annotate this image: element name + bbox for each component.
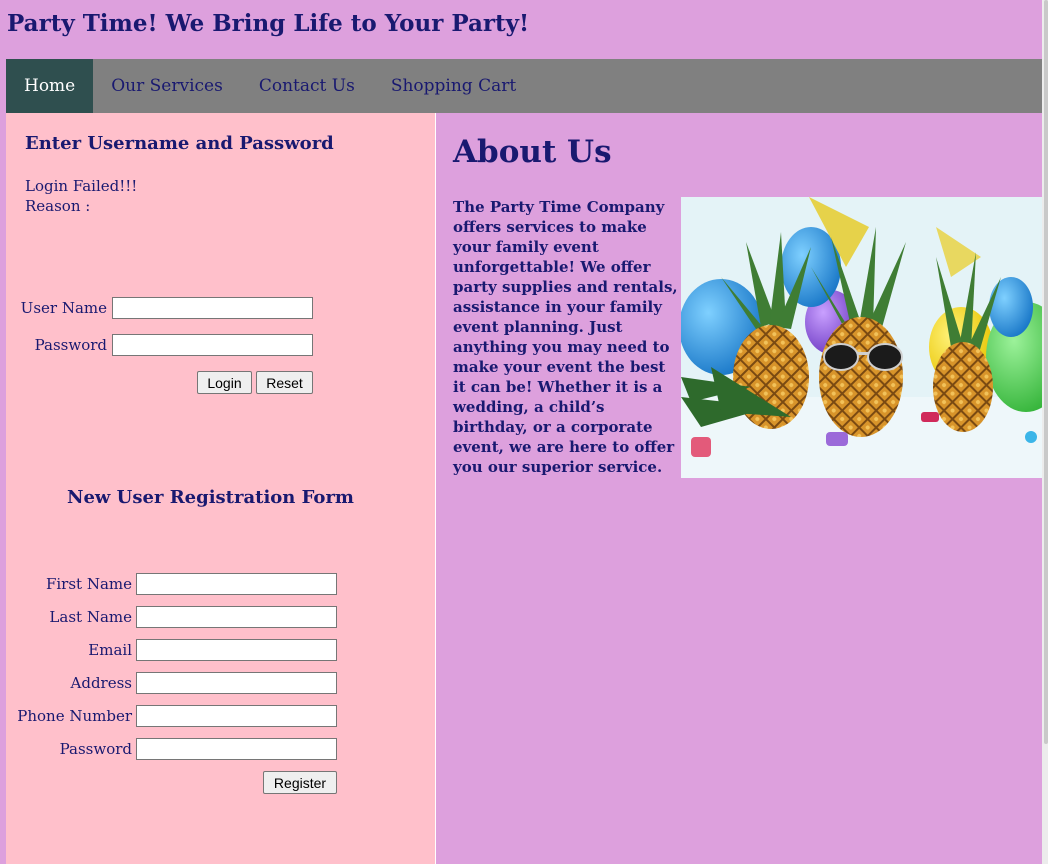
address-label: Address [70, 674, 132, 692]
first-name-input[interactable] [136, 573, 337, 595]
scrollbar[interactable] [1042, 0, 1048, 864]
reset-button[interactable]: Reset [256, 371, 313, 394]
email-input[interactable] [136, 639, 337, 661]
phone-number-label: Phone Number [17, 707, 132, 725]
registration-heading: New User Registration Form [67, 487, 354, 508]
address-input[interactable] [136, 672, 337, 694]
registration-password-label: Password [59, 740, 132, 758]
scrollbar-thumb[interactable] [1044, 0, 1048, 744]
login-reason: Reason : [25, 197, 91, 215]
page: Party Time! We Bring Life to Your Party!… [0, 0, 1048, 864]
login-button[interactable]: Login [197, 371, 252, 394]
login-status: Login Failed!!! [25, 177, 138, 195]
left-panel: Enter Username and Password Login Failed… [6, 113, 436, 864]
username-input[interactable] [112, 297, 313, 319]
nav-item-our-services[interactable]: Our Services [93, 59, 241, 113]
phone-number-input[interactable] [136, 705, 337, 727]
username-label: User Name [20, 299, 107, 317]
registration-password-input[interactable] [136, 738, 337, 760]
main-nav: Home Our Services Contact Us Shopping Ca… [6, 59, 1042, 113]
nav-item-contact-us[interactable]: Contact Us [241, 59, 373, 113]
login-heading: Enter Username and Password [25, 133, 334, 154]
site-title: Party Time! We Bring Life to Your Party! [7, 10, 530, 37]
password-label: Password [34, 336, 107, 354]
pineapples-party-image [681, 197, 1042, 478]
register-button[interactable]: Register [263, 771, 337, 794]
nav-item-shopping-cart[interactable]: Shopping Cart [373, 59, 534, 113]
nav-item-home[interactable]: Home [6, 59, 94, 113]
last-name-label: Last Name [49, 608, 132, 626]
about-heading: About Us [453, 134, 612, 170]
email-label: Email [88, 641, 132, 659]
first-name-label: First Name [45, 575, 132, 593]
password-input[interactable] [112, 334, 313, 356]
about-text: The Party Time Company offers services t… [453, 198, 678, 476]
last-name-input[interactable] [136, 606, 337, 628]
